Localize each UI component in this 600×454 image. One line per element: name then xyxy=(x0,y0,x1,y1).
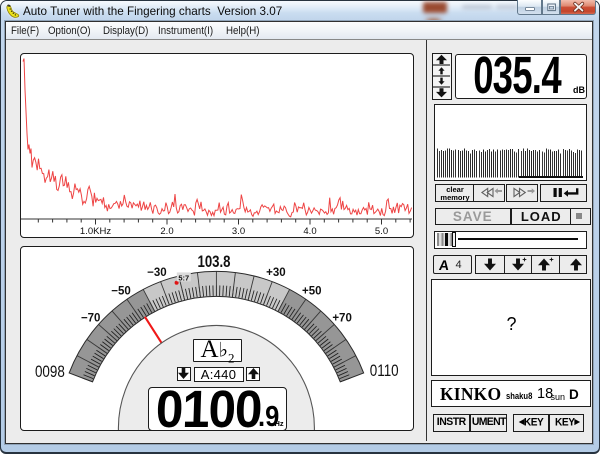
svg-text:3.0: 3.0 xyxy=(232,226,245,236)
svg-text:+70: +70 xyxy=(332,312,352,324)
svg-text:+30: +30 xyxy=(266,266,286,278)
svg-text:5.0: 5.0 xyxy=(375,226,388,236)
svg-text:0110: 0110 xyxy=(370,362,399,379)
svg-text:−30: −30 xyxy=(147,266,167,278)
svg-text:+50: +50 xyxy=(302,285,322,297)
svg-text:0098: 0098 xyxy=(35,364,65,381)
svg-text:5:7: 5:7 xyxy=(178,273,189,282)
svg-text:4.0: 4.0 xyxy=(303,226,316,236)
svg-text:2.0: 2.0 xyxy=(160,226,173,236)
svg-text:−70: −70 xyxy=(81,312,101,324)
svg-text:1.0KHz: 1.0KHz xyxy=(80,226,111,236)
svg-text:−50: −50 xyxy=(111,285,131,297)
svg-text:103.8: 103.8 xyxy=(197,252,230,271)
